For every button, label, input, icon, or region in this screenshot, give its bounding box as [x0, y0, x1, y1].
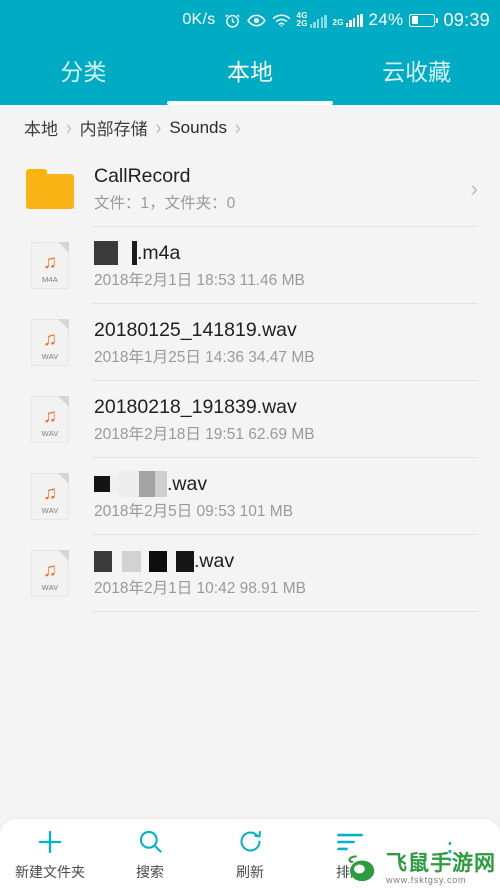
row-divider	[92, 611, 478, 612]
chevron-right-icon: ›	[155, 115, 162, 140]
file-list: CallRecord 文件：1，文件夹：0 › ♫ M4A .m4a 2018年2月1…	[0, 150, 500, 612]
file-name-text: .wav	[194, 550, 235, 572]
redaction-block	[155, 471, 167, 497]
tab-local[interactable]: 本地	[167, 40, 334, 87]
list-item-file[interactable]: ♫ WAV .wav 2018年2月1日 10:42 98.91 MB	[0, 535, 500, 612]
search-label: 搜索	[136, 863, 164, 880]
new-folder-button[interactable]: 新建文件夹	[0, 827, 100, 882]
mouse-logo-icon	[345, 851, 381, 887]
folder-text-block: CallRecord 文件：1，文件夹：0	[78, 163, 471, 214]
file-ext-badge: M4A	[41, 275, 59, 284]
file-text-block: 20180125_141819.wav 2018年1月25日 14:36 34.4…	[78, 317, 500, 368]
file-name: 20180125_141819.wav	[94, 317, 500, 343]
file-name-text: .m4a	[137, 242, 181, 264]
file-ext-badge: WAV	[41, 429, 59, 438]
breadcrumb-item-local[interactable]: 本地	[24, 115, 58, 140]
chevron-right-icon: ›	[235, 115, 241, 140]
redaction-block	[149, 550, 167, 572]
list-item-file[interactable]: ♫ WAV .wav 2018年2月5日 09:53 101 MB	[0, 458, 500, 535]
file-meta: 2018年2月1日 10:42 98.91 MB	[94, 580, 306, 597]
tab-active-indicator	[167, 101, 333, 105]
file-name-text: 20180125_141819.wav	[94, 319, 297, 341]
battery-percent-text: 24%	[368, 10, 404, 29]
redaction-block	[139, 471, 155, 497]
tab-cloud-favorites[interactable]: 云收藏	[333, 40, 500, 87]
sim1-2g-label: 2G	[296, 19, 308, 28]
breadcrumb-item-internal-storage[interactable]: 内部存储	[80, 115, 148, 140]
file-meta: 2018年1月25日 14:36 34.47 MB	[94, 349, 315, 366]
battery-icon	[409, 13, 439, 27]
redaction-block	[119, 471, 139, 497]
redaction-block	[112, 550, 122, 572]
file-ext-badge: WAV	[41, 583, 59, 592]
eye-icon	[246, 13, 266, 28]
file-audio-icon: ♫ WAV	[22, 550, 78, 597]
redaction-block	[94, 476, 110, 492]
list-item-file[interactable]: ♫ M4A .m4a 2018年2月1日 18:53 11.46 MB	[0, 227, 500, 304]
folder-meta: 文件：1，文件夹：0	[94, 195, 236, 212]
file-name-text: .wav	[167, 473, 208, 495]
network-speed-text: 0K/s	[182, 11, 216, 28]
signal-4g-icon: 4G 2G	[297, 12, 327, 28]
alarm-icon	[224, 12, 241, 29]
redaction-block	[94, 241, 118, 265]
file-meta: 2018年2月5日 09:53 101 MB	[94, 503, 294, 520]
file-text-block: .m4a 2018年2月1日 18:53 11.46 MB	[78, 240, 500, 291]
redaction-block	[141, 550, 149, 572]
file-ext-badge: WAV	[41, 506, 59, 515]
file-ext-badge: WAV	[41, 352, 59, 361]
sim2-2g-label: 2G	[332, 17, 344, 27]
new-folder-label: 新建文件夹	[15, 863, 85, 880]
file-text-block: .wav 2018年2月1日 10:42 98.91 MB	[78, 548, 500, 599]
refresh-label: 刷新	[236, 863, 264, 880]
redaction-block	[94, 550, 112, 572]
redaction-block	[118, 241, 132, 265]
redaction-block	[110, 476, 119, 492]
phone-screen: 0K/s 4G 2G 2G 24% 09:39 分类 本地 云收藏 本地 › 内…	[0, 0, 500, 889]
watermark-text-block: 飞鼠手游网 www.fsktgsy.com	[386, 853, 496, 885]
refresh-button[interactable]: 刷新	[200, 827, 300, 882]
plus-icon	[35, 827, 65, 857]
file-name: .wav	[94, 548, 500, 574]
watermark-url: www.fsktgsy.com	[386, 875, 467, 885]
file-meta: 2018年2月18日 19:51 62.69 MB	[94, 426, 315, 443]
file-audio-icon: ♫ WAV	[22, 473, 78, 520]
site-watermark: 飞鼠手游网 www.fsktgsy.com	[345, 851, 496, 887]
breadcrumb: 本地 › 内部存储 › Sounds ›	[0, 105, 500, 150]
file-rows-container: ♫ M4A .m4a 2018年2月1日 18:53 11.46 MB ♫ WAV 2018…	[0, 227, 500, 612]
refresh-icon	[237, 827, 264, 857]
file-name: 20180218_191839.wav	[94, 394, 500, 420]
list-item-file[interactable]: ♫ WAV 20180218_191839.wav 2018年2月18日 19:51 …	[0, 381, 500, 458]
search-button[interactable]: 搜索	[100, 827, 200, 882]
chevron-right-icon[interactable]: ›	[471, 176, 500, 202]
redaction-block	[122, 550, 141, 572]
tab-category[interactable]: 分类	[0, 40, 167, 87]
file-audio-icon: ♫ WAV	[22, 396, 78, 443]
file-text-block: 20180218_191839.wav 2018年2月18日 19:51 62.6…	[78, 394, 500, 445]
chevron-right-icon: ›	[66, 115, 72, 140]
folder-icon	[22, 168, 78, 209]
tab-bar: 分类 本地 云收藏	[0, 40, 500, 105]
search-icon	[137, 827, 164, 857]
file-audio-icon: ♫ WAV	[22, 319, 78, 366]
watermark-site-name: 飞鼠手游网	[386, 852, 496, 875]
file-meta: 2018年2月1日 18:53 11.46 MB	[94, 272, 305, 289]
breadcrumb-item-sounds[interactable]: Sounds	[169, 118, 227, 138]
file-name-text: 20180218_191839.wav	[94, 396, 297, 418]
signal-2g-icon: 2G	[332, 13, 363, 27]
list-item-file[interactable]: ♫ WAV 20180125_141819.wav 2018年1月25日 14:36 …	[0, 304, 500, 381]
wifi-icon	[272, 13, 291, 28]
redaction-block	[176, 550, 194, 572]
redaction-block	[167, 550, 176, 572]
folder-name: CallRecord	[94, 165, 191, 187]
clock-text: 09:39	[443, 9, 490, 30]
file-name: .wav	[94, 471, 500, 497]
file-name: .m4a	[94, 240, 500, 266]
status-bar: 0K/s 4G 2G 2G 24% 09:39	[0, 0, 500, 40]
file-text-block: .wav 2018年2月5日 09:53 101 MB	[78, 471, 500, 522]
file-audio-icon: ♫ M4A	[22, 242, 78, 289]
list-item-folder[interactable]: CallRecord 文件：1，文件夹：0 ›	[0, 150, 500, 227]
